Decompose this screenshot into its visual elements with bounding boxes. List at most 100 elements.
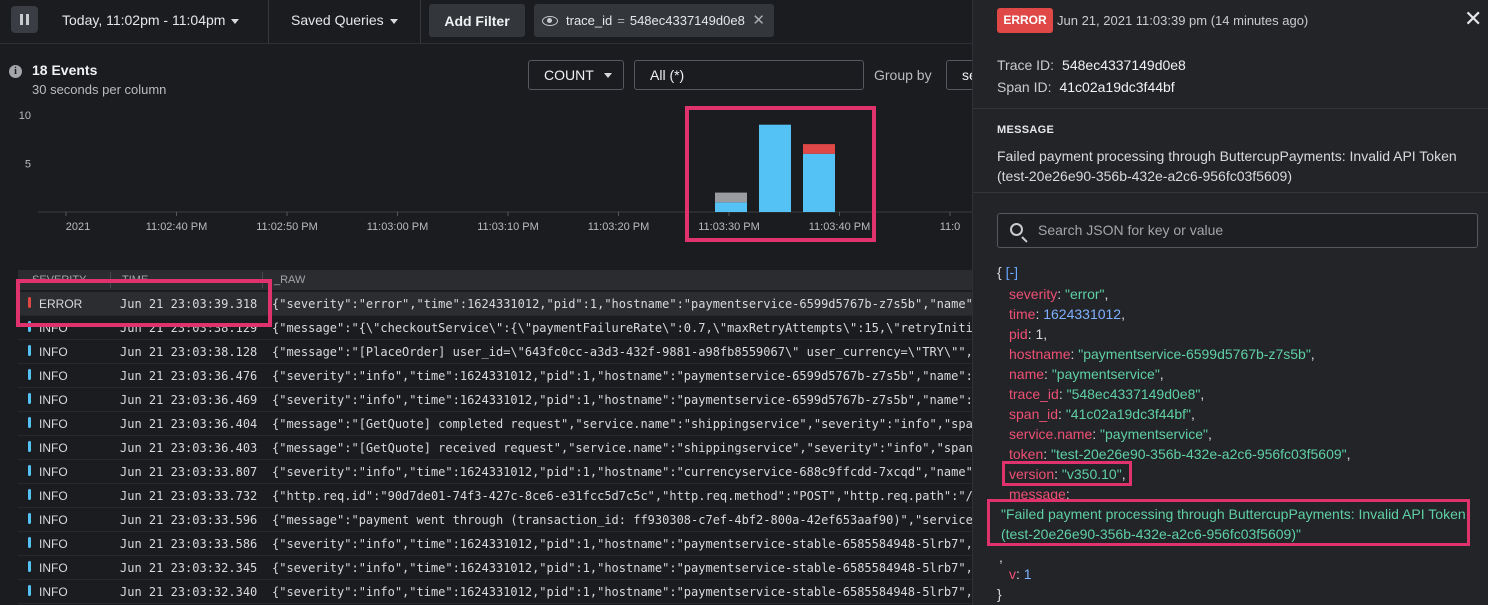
time-cell: Jun 21 23:03:33.732 (120, 489, 258, 503)
column-divider (110, 272, 111, 288)
pause-icon (20, 14, 23, 25)
span-id-row: Span ID: 41c02a19dc3f44bf (997, 79, 1175, 95)
json-search[interactable] (997, 213, 1478, 248)
events-histogram: 10 5 2021 11:02:40 PM 11:02:50 PM 11:03:00 PM… (19, 110, 972, 233)
raw-cell: {"message":"[GetQuote] completed request… (272, 417, 972, 431)
json-search-input[interactable] (1038, 222, 1458, 238)
raw-cell: {"severity":"info","time":1624331012,"pi… (272, 585, 972, 599)
x-tick-label: 11:03:20 PM (588, 221, 650, 233)
aggregate-dropdown[interactable]: COUNT (528, 60, 624, 90)
json-field-trace-id[interactable]: trace_id: "548ec4337149d0e8", (1009, 384, 1204, 404)
add-filter-button[interactable]: Add Filter (429, 4, 525, 37)
time-cell: Jun 21 23:03:33.596 (120, 513, 258, 527)
severity-cell: INFO (39, 393, 68, 407)
json-key: service.name (1009, 426, 1093, 442)
group-by-dropdown[interactable]: se (946, 60, 972, 90)
json-key: time (1009, 306, 1036, 322)
json-field-time[interactable]: time: 1624331012, (1009, 304, 1125, 324)
message-title: MESSAGE (997, 124, 1055, 136)
raw-cell: {"severity":"info","time":1624331012,"pi… (272, 561, 972, 575)
events-count: 18 Events (32, 62, 98, 78)
severity-marker (28, 417, 31, 428)
saved-queries-dropdown[interactable]: Saved Queries (291, 12, 398, 28)
table-row[interactable]: INFO Jun 21 23:03:33.732 {"http.req.id":"9… (18, 484, 972, 508)
severity-marker (28, 537, 31, 548)
time-cell: Jun 21 23:03:33.807 (120, 465, 258, 479)
table-row[interactable]: ERROR Jun 21 23:03:39.318 {"severity":"err… (18, 292, 972, 316)
json-key: pid (1009, 326, 1028, 342)
table-row[interactable]: INFO Jun 21 23:03:36.469 {"severity":"info… (18, 388, 972, 412)
x-tick-label: 11:02:40 PM (146, 221, 208, 233)
raw-cell: {"severity":"info","time":1624331012,"pi… (272, 465, 972, 479)
severity-marker (28, 513, 31, 524)
time-cell: Jun 21 23:03:33.586 (120, 537, 258, 551)
x-tick-label: 11:03:10 PM (477, 221, 539, 233)
json-trailing-comma: , (999, 549, 1003, 565)
table-row[interactable]: INFO Jun 21 23:03:32.345 {"severity":"info… (18, 556, 972, 580)
json-field-hostname[interactable]: hostname: "paymentservice-6599d5767b-z7s… (1009, 344, 1315, 364)
json-field-token[interactable]: token: "test-20e26e90-356b-432e-a2c6-956… (1009, 444, 1351, 464)
json-field-pid[interactable]: pid: 1, (1009, 324, 1047, 344)
raw-cell: {"message":"{\"checkoutService\":{\"paym… (272, 321, 972, 335)
bar-segment-error (803, 144, 835, 154)
json-key: hostname (1009, 346, 1071, 362)
chevron-down-icon (389, 18, 398, 24)
span-id-value[interactable]: 41c02a19dc3f44bf (1059, 79, 1174, 95)
json-field-message[interactable]: message: (1009, 484, 1070, 504)
raw-cell: {"severity":"info","time":1624331012,"pi… (272, 393, 972, 407)
x-tick-label: 11:03:30 PM (698, 221, 760, 233)
eye-icon[interactable] (542, 15, 558, 26)
divider (973, 108, 1488, 109)
column-header-time[interactable]: TIME (122, 274, 148, 286)
close-icon[interactable]: ✕ (1464, 8, 1482, 30)
json-field-service-name[interactable]: service.name: "paymentservice", (1009, 424, 1212, 444)
json-field-span-id[interactable]: span_id: "41c02a19dc3f44bf", (1009, 404, 1195, 424)
trace-id-value[interactable]: 548ec4337149d0e8 (1062, 57, 1186, 73)
table-row[interactable]: INFO Jun 21 23:03:32.340 {"severity":"info… (18, 580, 972, 604)
app-root: Today, 11:02pm - 11:04pm Saved Queries A… (0, 0, 1488, 605)
trace-id-row: Trace ID: 548ec4337149d0e8 (997, 57, 1186, 73)
remove-filter-icon[interactable]: ✕ (752, 11, 765, 29)
table-row[interactable]: INFO Jun 21 23:03:36.403 {"message":"[GetQ… (18, 436, 972, 460)
pause-button[interactable] (11, 6, 38, 33)
table-row[interactable]: INFO Jun 21 23:03:38.128 {"message":"[Plac… (18, 340, 972, 364)
divider (268, 0, 269, 44)
column-header-severity[interactable]: SEVERITY (32, 274, 86, 286)
table-row[interactable]: INFO Jun 21 23:03:36.476 {"severity":"info… (18, 364, 972, 388)
collapse-toggle[interactable]: [-] (1006, 264, 1018, 280)
chevron-down-icon (231, 18, 240, 24)
table-row[interactable]: INFO Jun 21 23:03:38.129 {"message":"{\"ch… (18, 316, 972, 340)
events-table: ERROR Jun 21 23:03:39.318 {"severity":"err… (18, 292, 972, 604)
severity-marker (28, 585, 31, 596)
json-key: trace_id (1009, 386, 1059, 402)
json-field-version[interactable]: version: "v350.10", (1009, 464, 1126, 484)
info-icon: i (9, 65, 22, 78)
pause-icon (26, 14, 29, 25)
table-row[interactable]: INFO Jun 21 23:03:33.586 {"severity":"info… (18, 532, 972, 556)
raw-cell: {"message":"[PlaceOrder] user_id=\"643fc… (272, 345, 972, 359)
json-key: span_id (1009, 406, 1059, 422)
json-value: "paymentservice-6599d5767b-z7s5b" (1078, 346, 1311, 362)
field-input[interactable]: All (*) (634, 60, 864, 90)
json-key: severity (1009, 286, 1058, 302)
time-range-picker[interactable]: Today, 11:02pm - 11:04pm (62, 12, 240, 28)
table-row[interactable]: INFO Jun 21 23:03:33.807 {"severity":"info… (18, 460, 972, 484)
json-field-v: v: 1 (1009, 566, 1032, 582)
time-cell: Jun 21 23:03:36.476 (120, 369, 258, 383)
events-resolution: 30 seconds per column (32, 82, 167, 97)
query-toolbar: Today, 11:02pm - 11:04pm Saved Queries A… (0, 0, 972, 44)
table-row[interactable]: INFO Jun 21 23:03:36.404 {"message":"[GetQ… (18, 412, 972, 436)
severity-cell: INFO (39, 561, 68, 575)
json-value: "v350.10" (1061, 466, 1122, 482)
json-field-severity[interactable]: severity: "error", (1009, 284, 1108, 304)
column-header-raw[interactable]: _RAW (274, 274, 305, 286)
filter-chip[interactable]: trace_id = 548ec4337149d0e8 ✕ (534, 4, 774, 37)
json-field-name[interactable]: name: "paymentservice", (1009, 364, 1164, 384)
table-row[interactable]: INFO Jun 21 23:03:33.596 {"message":"payme… (18, 508, 972, 532)
table-header: SEVERITY TIME _RAW (18, 270, 972, 290)
json-message-value-line2: (test-20e26e90-356b-432e-a2c6-956fc03f56… (1001, 526, 1301, 542)
search-icon (1010, 223, 1023, 236)
severity-marker (28, 393, 31, 404)
raw-cell: {"severity":"info","time":1624331012,"pi… (272, 537, 972, 551)
span-id-label: Span ID: (997, 79, 1052, 95)
